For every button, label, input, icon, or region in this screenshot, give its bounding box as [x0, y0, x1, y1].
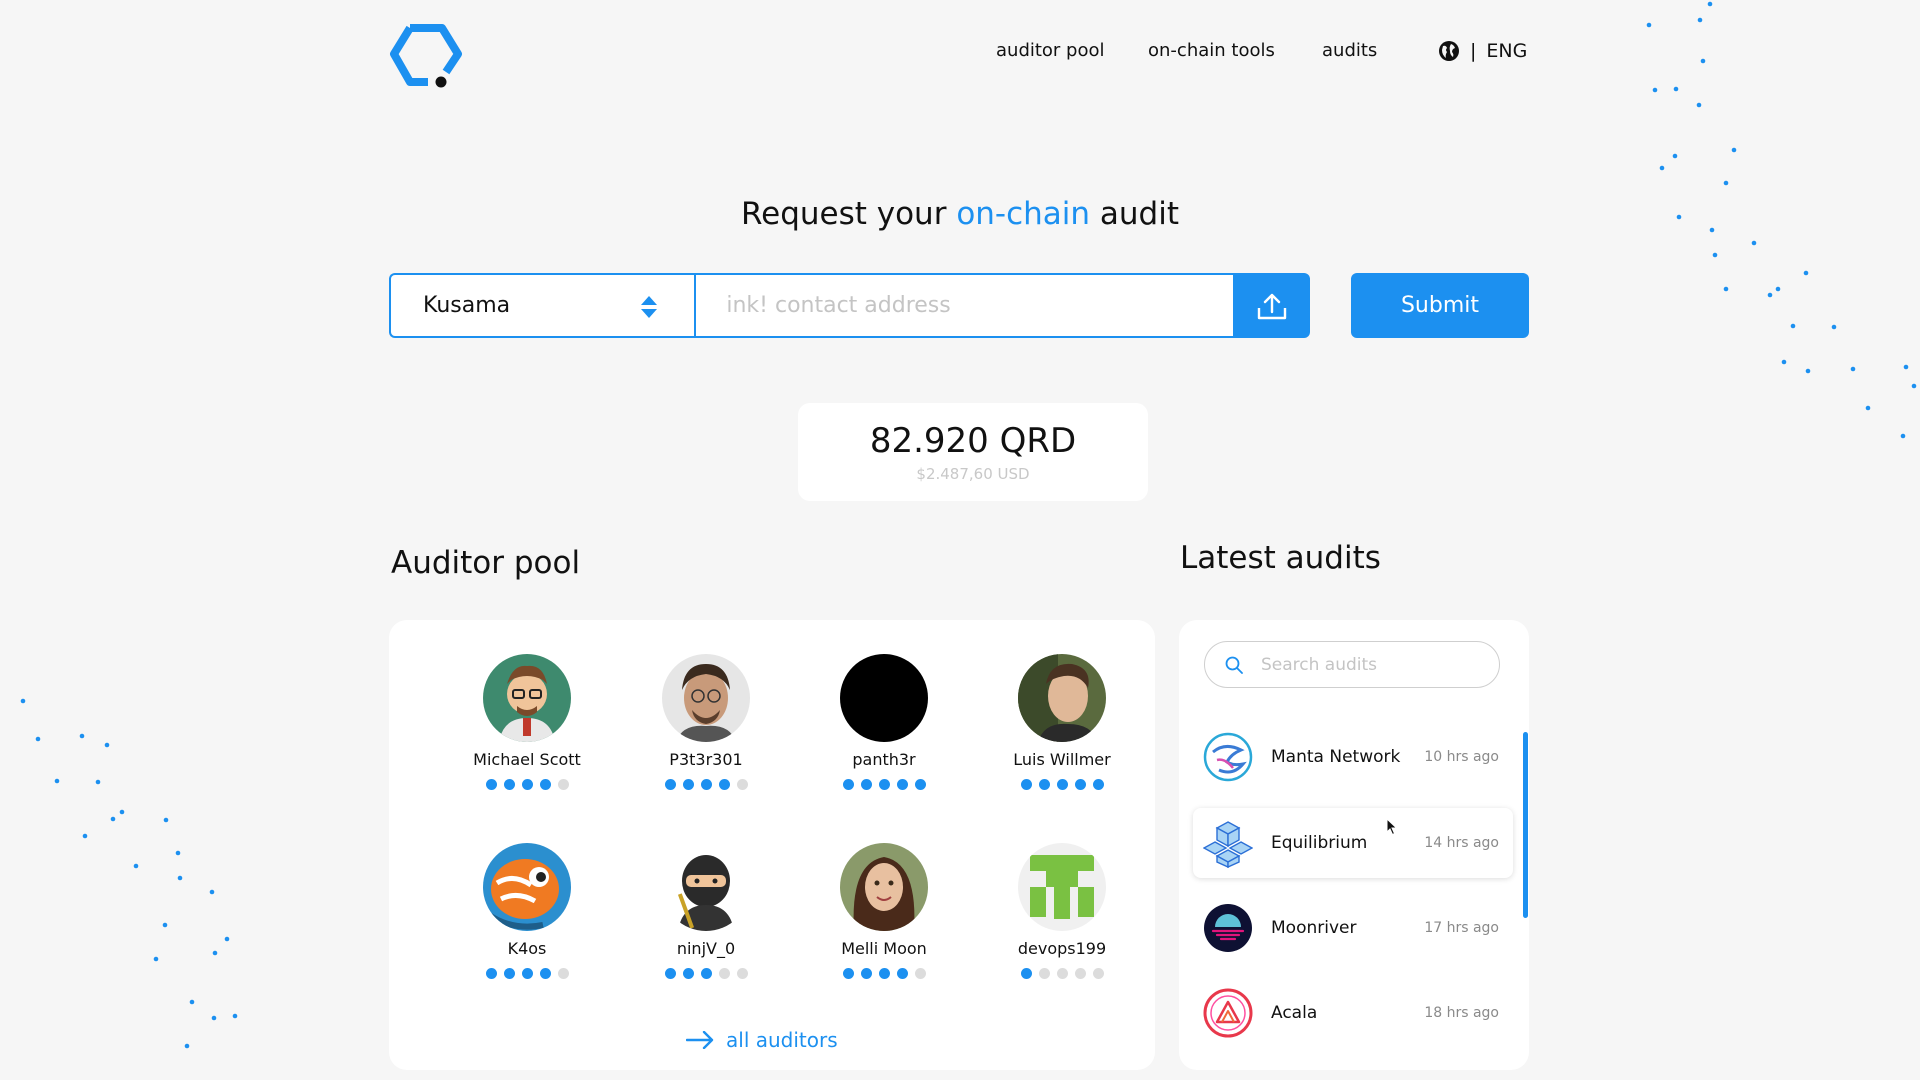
auditor-card[interactable]: Melli Moon [794, 843, 974, 979]
all-auditors-link[interactable]: all auditors [686, 1028, 838, 1052]
language-separator: | [1470, 40, 1477, 62]
auditor-rating [794, 968, 974, 979]
auditor-rating [437, 779, 617, 790]
arrow-right-icon [686, 1031, 714, 1049]
globe-icon [1439, 41, 1459, 61]
avatar [1018, 654, 1106, 742]
auditor-name: ninjV_0 [676, 939, 736, 958]
avatar [840, 843, 928, 931]
network-select[interactable]: Kusama [389, 273, 695, 338]
avatar [840, 654, 928, 742]
moonriver-logo-icon [1204, 904, 1252, 952]
auditor-name: Melli Moon [841, 939, 927, 958]
audits-scrollbar[interactable] [1523, 732, 1528, 918]
equilibrium-logo-icon [1203, 821, 1253, 868]
auditor-name: P3t3r301 [669, 750, 743, 769]
audit-list-item[interactable]: Equilibrium 14 hrs ago [1193, 808, 1513, 878]
auditor-card[interactable]: Luis Willmer [972, 654, 1152, 790]
upload-icon [1257, 293, 1286, 319]
audit-list-item[interactable]: Manta Network 10 hrs ago [1193, 722, 1513, 792]
submit-button[interactable]: Submit [1351, 273, 1529, 338]
latest-audits-title: Latest audits [1180, 540, 1381, 576]
audit-name: Moonriver [1271, 918, 1357, 938]
audit-name: Equilibrium [1271, 833, 1368, 853]
audit-time: 14 hrs ago [1424, 835, 1499, 851]
price-amount: 82.920 QRD [869, 421, 1077, 461]
auditor-rating [794, 779, 974, 790]
audit-time: 10 hrs ago [1424, 749, 1499, 765]
auditor-name: panth3r [852, 750, 916, 769]
audit-time: 18 hrs ago [1424, 1005, 1499, 1021]
contract-address-placeholder: ink! contact address [726, 293, 951, 318]
auditor-card[interactable]: ninjV_0 [616, 843, 796, 979]
page-title: Request your on-chain audit [0, 196, 1920, 232]
language-switcher[interactable]: | ENG [1438, 40, 1527, 62]
audit-request-form: Kusama ink! contact address [389, 273, 1310, 338]
audit-list-item[interactable]: Acala 18 hrs ago [1193, 978, 1513, 1048]
auditor-name: devops199 [1017, 939, 1107, 958]
audit-time: 17 hrs ago [1424, 920, 1499, 936]
auditor-card[interactable]: panth3r [794, 654, 974, 790]
avatar [483, 843, 571, 931]
mouse-cursor-icon [1386, 818, 1398, 836]
nav-on-chain-tools[interactable]: on-chain tools [1148, 40, 1275, 61]
auditor-name: Michael Scott [473, 750, 581, 769]
contract-address-input[interactable]: ink! contact address [694, 273, 1234, 338]
all-auditors-label: all auditors [726, 1028, 838, 1052]
price-card: 82.920 QRD $2.487,60 USD [798, 403, 1148, 501]
search-icon [1225, 656, 1243, 674]
search-audits-input[interactable]: Search audits [1204, 641, 1500, 688]
sort-arrows-icon [641, 296, 658, 318]
acala-logo-icon [1203, 988, 1253, 1038]
auditor-pool-title: Auditor pool [391, 545, 581, 581]
auditor-card[interactable]: P3t3r301 [616, 654, 796, 790]
auditor-rating [616, 968, 796, 979]
search-audits-placeholder: Search audits [1261, 654, 1378, 675]
auditor-card[interactable]: Michael Scott [437, 654, 617, 790]
audit-name: Manta Network [1271, 747, 1401, 767]
brand-logo[interactable] [388, 22, 464, 90]
auditor-card[interactable]: devops199 [972, 843, 1152, 979]
audit-list-item[interactable]: Moonriver 17 hrs ago [1193, 893, 1513, 963]
audit-name: Acala [1271, 1003, 1318, 1023]
manta-network-logo-icon [1203, 732, 1253, 782]
avatar [662, 654, 750, 742]
avatar [662, 843, 750, 931]
auditor-name: Luis Willmer [1013, 750, 1111, 769]
auditor-rating [437, 968, 617, 979]
title-prefix: Request your [740, 196, 957, 232]
auditor-rating [972, 779, 1152, 790]
title-suffix: audit [1090, 196, 1180, 232]
auditor-name: K4os [507, 939, 547, 958]
upload-button[interactable] [1233, 273, 1310, 338]
avatar [483, 654, 571, 742]
network-select-value: Kusama [423, 293, 511, 318]
auditor-rating [616, 779, 796, 790]
auditor-pool-card: Michael Scott P3t3r301 panth3r Luis Will… [389, 620, 1155, 1070]
avatar [1018, 843, 1106, 931]
auditor-rating [972, 968, 1152, 979]
nav-auditor-pool[interactable]: auditor pool [996, 40, 1105, 61]
title-accent: on-chain [956, 196, 1091, 232]
latest-audits-card: Search audits Manta Network 10 hrs ago E… [1179, 620, 1529, 1070]
price-usd: $2.487,60 USD [916, 465, 1030, 483]
auditor-card[interactable]: K4os [437, 843, 617, 979]
nav-audits[interactable]: audits [1322, 40, 1377, 61]
language-label: ENG [1486, 40, 1528, 62]
